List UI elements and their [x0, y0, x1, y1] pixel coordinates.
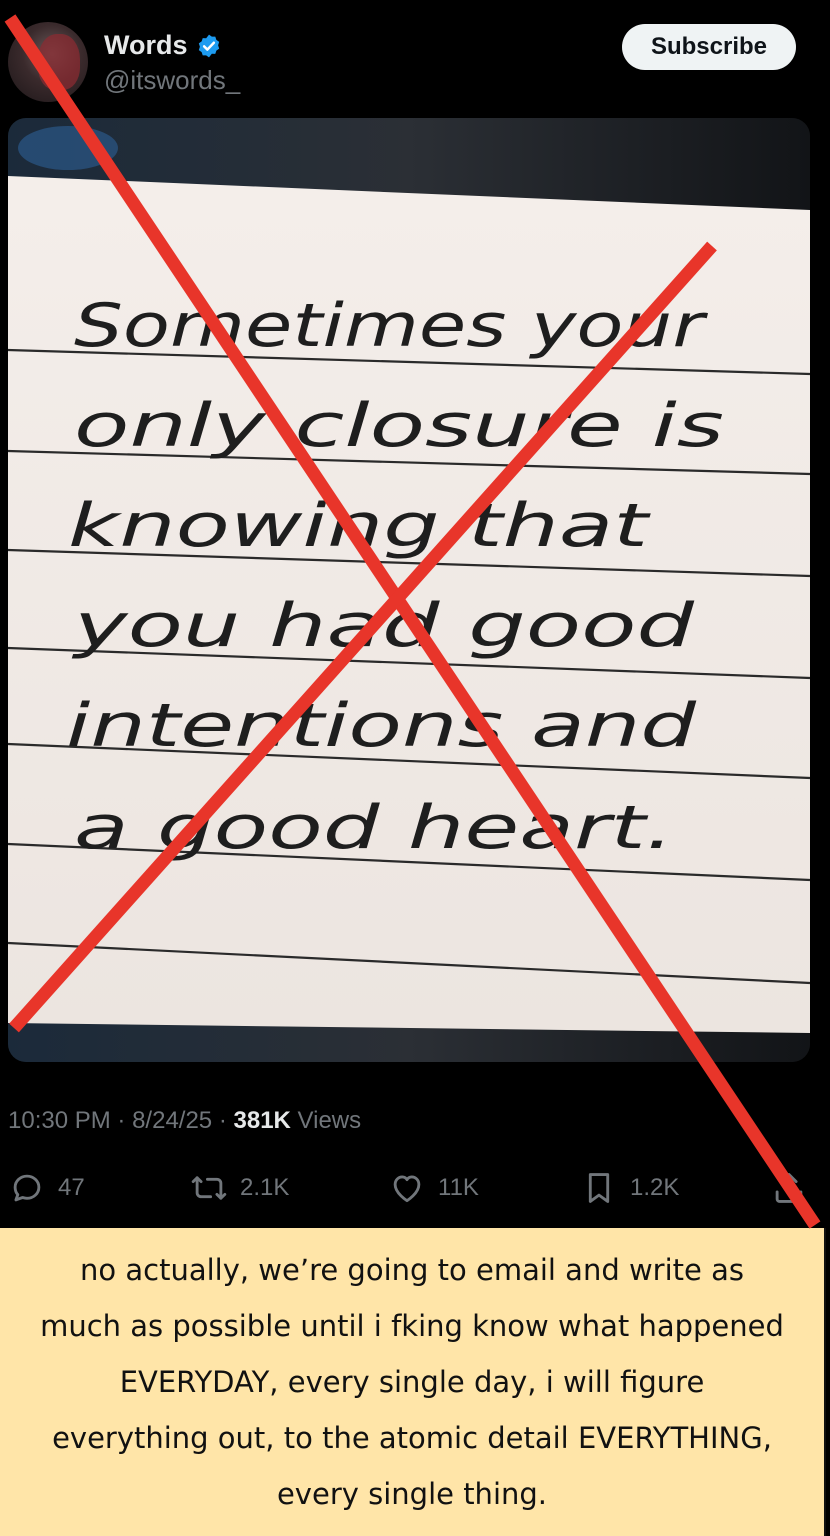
subscribe-button[interactable]: Subscribe — [622, 24, 796, 70]
note-line: a good heart. — [74, 793, 674, 863]
action-bar: 47 2.1K 11K 1.2K — [0, 1166, 830, 1210]
tweet-meta: 10:30 PM · 8/24/25 · 381K Views — [8, 1107, 362, 1134]
bookmark-icon — [588, 1173, 610, 1203]
note-photo: Sometimes your only closure is knowing t… — [8, 118, 810, 1062]
share-icon — [775, 1173, 803, 1203]
views-label: Views — [297, 1107, 362, 1134]
reply-count: 47 — [58, 1174, 85, 1201]
display-name-text: Words — [104, 30, 188, 60]
bookmark-button[interactable]: 1.2K — [580, 1166, 679, 1210]
tweet-date[interactable]: 8/24/25 — [132, 1107, 212, 1134]
note-line: you had good — [71, 591, 695, 661]
like-icon — [393, 1175, 421, 1203]
like-button[interactable]: 11K — [388, 1166, 479, 1210]
share-button[interactable] — [770, 1166, 808, 1210]
display-name[interactable]: Words — [104, 30, 222, 61]
bookmark-count: 1.2K — [630, 1174, 680, 1201]
caption-box: no actually, we’re going to email and wr… — [0, 1228, 826, 1536]
views-count: 381K — [233, 1107, 291, 1134]
verified-badge-icon — [198, 34, 219, 57]
tweet-card: Words @itswords_ Subscribe Sometimes you… — [0, 0, 830, 1228]
like-count: 11K — [438, 1174, 479, 1201]
note-line: only closure is — [74, 391, 724, 461]
repost-count: 2.1K — [240, 1174, 290, 1201]
note-line: Sometimes your — [74, 291, 708, 361]
note-line: knowing that — [68, 491, 652, 561]
tweet-image[interactable]: Sometimes your only closure is knowing t… — [8, 118, 810, 1062]
user-handle[interactable]: @itswords_ — [104, 65, 240, 96]
tweet-time[interactable]: 10:30 PM — [8, 1107, 111, 1134]
reply-icon — [13, 1174, 41, 1202]
reply-button[interactable]: 47 — [8, 1166, 85, 1210]
note-line: intentions and — [66, 691, 697, 761]
caption-text: no actually, we’re going to email and wr… — [40, 1253, 784, 1511]
avatar[interactable] — [8, 22, 88, 102]
repost-button[interactable]: 2.1K — [190, 1166, 289, 1210]
repost-icon — [191, 1176, 227, 1200]
